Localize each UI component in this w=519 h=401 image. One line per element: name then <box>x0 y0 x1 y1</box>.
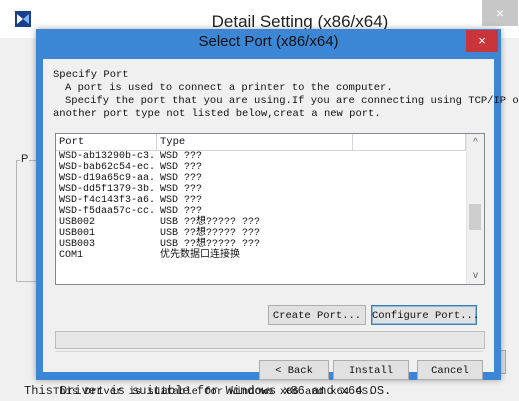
port-name: WSD-bab62c54-ec... <box>59 162 157 173</box>
dialog-separator <box>55 351 483 352</box>
port-list-header: Port Type <box>56 134 466 151</box>
driver-compatibility-note: This Driver is suitable for Windows x86 … <box>53 386 375 398</box>
cancel-button[interactable]: Cancel <box>417 360 483 380</box>
table-row[interactable]: WSD-f5daa57c-cc... WSD ??? <box>56 206 466 217</box>
description-line-3: another port type not listed below,creat… <box>53 108 381 120</box>
table-row[interactable]: WSD-dd5f1379-3b... WSD ??? <box>56 184 466 195</box>
port-name: WSD-dd5f1379-3b... <box>59 184 157 195</box>
port-type: USB ??想????? ??? <box>160 228 261 239</box>
table-row[interactable]: COM1 优先数据口连接换 <box>56 250 466 261</box>
dialog-close-button[interactable]: × <box>466 30 498 52</box>
table-row[interactable]: WSD-bab62c54-ec... WSD ??? <box>56 162 466 173</box>
port-type: USB ??想????? ??? <box>160 239 261 250</box>
table-row[interactable]: WSD-ab13290b-c3... WSD ??? <box>56 151 466 162</box>
install-button[interactable]: Install <box>333 360 409 380</box>
port-list-rows: WSD-ab13290b-c3... WSD ??? WSD-bab62c54-e… <box>56 151 466 261</box>
scroll-up-icon[interactable]: ^ <box>467 134 484 151</box>
port-type: WSD ??? <box>160 151 203 162</box>
port-name: WSD-ab13290b-c3... <box>59 151 157 162</box>
column-header-type[interactable]: Type <box>157 134 353 150</box>
select-port-dialog: Select Port (x86/x64) × Specify Port A p… <box>36 29 519 398</box>
port-name: USB003 <box>59 239 96 250</box>
dialog-title: Select Port (x86/x64) <box>198 33 339 50</box>
port-name: USB001 <box>59 228 96 239</box>
background-close-button[interactable]: × <box>482 0 518 26</box>
column-header-port[interactable]: Port <box>56 134 157 150</box>
port-name: WSD-f4c143f3-a6... <box>59 195 157 206</box>
printer-app-icon <box>15 11 31 27</box>
port-type: WSD ??? <box>160 206 203 217</box>
table-row[interactable]: WSD-d19a65c9-aa... WSD ??? <box>56 173 466 184</box>
port-type: USB ??想????? ??? <box>160 217 261 228</box>
table-row[interactable]: USB003 USB ??想????? ??? <box>56 239 466 250</box>
create-port-button[interactable]: Create Port... <box>268 305 366 325</box>
back-button[interactable]: < Back <box>259 360 329 380</box>
table-row[interactable]: WSD-f4c143f3-a6... WSD ??? <box>56 195 466 206</box>
configure-port-button[interactable]: Configure Port... <box>371 305 479 325</box>
port-name: COM1 <box>59 250 84 261</box>
port-list[interactable]: Port Type WSD-ab13290b-c3... WSD ??? WSD-… <box>55 133 485 285</box>
port-name: USB002 <box>59 217 96 228</box>
description-line-1: A port is used to connect a printer to t… <box>65 82 393 94</box>
install-progress-bar <box>55 331 485 349</box>
port-type: WSD ??? <box>160 195 203 206</box>
table-row[interactable]: USB001 USB ??想????? ??? <box>56 228 466 239</box>
scroll-down-icon[interactable]: v <box>467 267 484 284</box>
port-type: WSD ??? <box>160 162 203 173</box>
port-list-scrollbar[interactable]: ^ v <box>466 134 484 284</box>
table-row[interactable]: USB002 USB ??想????? ??? <box>56 217 466 228</box>
description-line-2: Specify the port that you are using.If y… <box>65 95 519 107</box>
dialog-body: Specify Port A port is used to connect a… <box>43 59 519 398</box>
port-type: 优先数据口连接换 <box>160 250 240 261</box>
port-name: WSD-f5daa57c-cc... <box>59 206 157 217</box>
column-header-blank <box>353 134 466 150</box>
specify-port-heading: Specify Port <box>53 69 129 81</box>
port-type: WSD ??? <box>160 184 203 195</box>
port-name: WSD-d19a65c9-aa... <box>59 173 157 184</box>
background-group-label: P <box>20 153 30 165</box>
scrollbar-thumb[interactable] <box>469 204 481 230</box>
port-type: WSD ??? <box>160 173 203 184</box>
